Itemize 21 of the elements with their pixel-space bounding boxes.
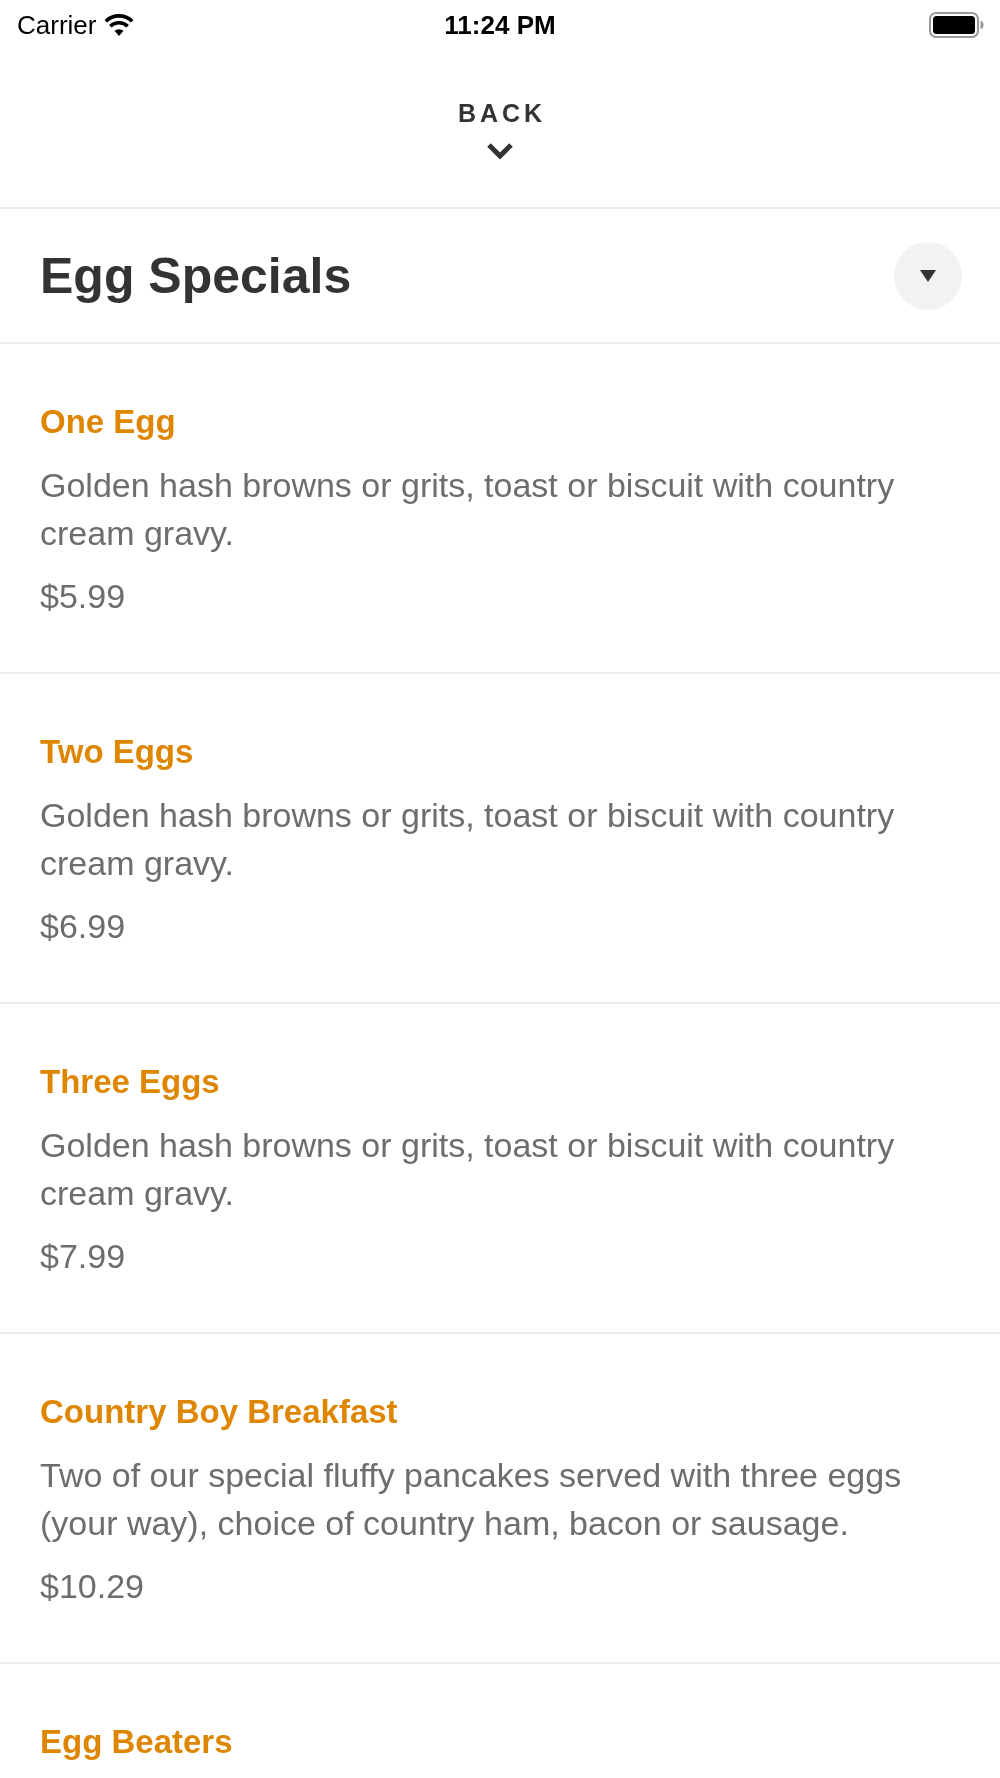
item-description: Golden hash browns or grits, toast or biscuit with country cream gravy. <box>40 1125 896 1214</box>
item-price: $7.99 <box>40 1236 126 1277</box>
back-button[interactable]: BACK <box>445 95 555 164</box>
item-name: Two Eggs <box>40 732 194 772</box>
item-price: $10.29 <box>40 1566 144 1607</box>
item-price: $5.99 <box>40 576 126 617</box>
item-name: Three Eggs <box>40 1062 220 1102</box>
clock-time: 11:24 PM <box>444 9 556 41</box>
item-name: Country Boy Breakfast <box>40 1392 398 1432</box>
item-description: Golden hash browns or grits, toast or biscuit with country cream gravy. <box>40 795 896 884</box>
section-title: Egg Specials <box>40 246 352 305</box>
wifi-icon <box>104 14 135 36</box>
caret-down-icon <box>920 269 936 282</box>
item-description: Two of our special fluffy pancakes served with three eggs (your way), choice of country ham, bacon or sausage. <box>40 1455 903 1544</box>
chevron-down-icon <box>486 142 514 160</box>
battery-icon <box>929 12 984 38</box>
carrier-label: Carrier <box>17 9 97 41</box>
item-name: Egg Beaters <box>40 1722 233 1762</box>
item-price: $6.99 <box>40 906 126 947</box>
item-description: Golden hash browns or grits, toast or biscuit with country cream gravy. <box>40 465 896 554</box>
item-name: One Egg <box>40 402 176 442</box>
